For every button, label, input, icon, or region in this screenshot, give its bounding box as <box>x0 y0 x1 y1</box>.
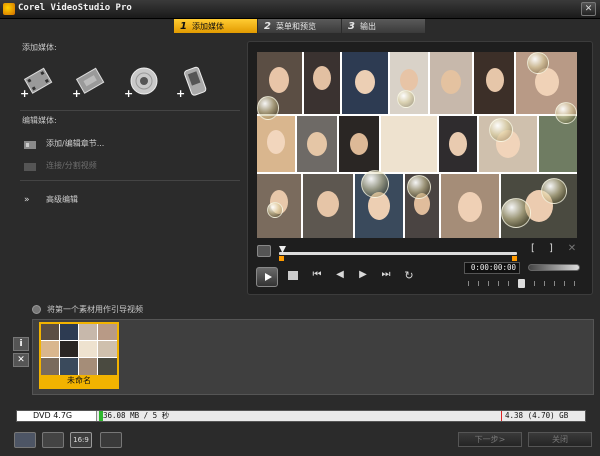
next-button[interactable]: 下一步> <box>458 432 522 447</box>
volume-slider[interactable] <box>528 264 580 271</box>
info-button[interactable]: i <box>13 337 29 351</box>
step-number: 1 <box>180 20 187 32</box>
scrub-track <box>279 252 517 255</box>
tab-label: 添加媒体 <box>191 21 224 31</box>
bubble-effect <box>489 118 513 142</box>
media-clip[interactable]: 未命名 <box>39 322 119 389</box>
tab-menu-preview[interactable]: 2 菜单和预览 <box>258 19 341 33</box>
close-button[interactable]: 关闭 <box>528 432 592 447</box>
tab-label: 输出 <box>359 21 376 31</box>
edit-media-label: 编辑媒体: <box>22 116 57 125</box>
split-video-button[interactable]: 连接/分割视频 <box>24 160 97 171</box>
bubble-effect <box>527 52 549 74</box>
bubble-effect <box>257 96 279 120</box>
save-project-icon[interactable] <box>14 432 36 448</box>
intro-video-option[interactable]: 将第一个素材用作引导视频 <box>32 304 143 315</box>
bubble-effect <box>541 178 567 204</box>
previous-frame-icon[interactable]: ◀ <box>333 269 347 280</box>
dvd-settings-icon[interactable]: 16:9 <box>70 432 92 448</box>
capacity-used: 36.08 MB / 5 秒 <box>103 411 170 420</box>
app-icon <box>3 3 15 15</box>
repeat-icon[interactable]: ↻ <box>402 269 416 282</box>
jog-slider[interactable] <box>464 279 580 288</box>
chapter-icon <box>24 140 36 149</box>
timeline-scrubber[interactable] <box>279 246 517 261</box>
advanced-edit-button[interactable]: » 高级编辑 <box>24 194 78 205</box>
add-dvd-video-button[interactable]: + <box>72 64 108 100</box>
bubble-effect <box>267 202 283 218</box>
timecode-display[interactable]: 0:00:00:00 <box>464 262 520 274</box>
advanced-edit-label: 高级编辑 <box>46 195 78 204</box>
capacity-limit-marker <box>501 411 502 421</box>
bubble-effect <box>361 170 389 198</box>
clip-thumbnail <box>41 324 117 375</box>
bubble-effect <box>501 198 531 228</box>
preview-screen[interactable] <box>257 52 577 238</box>
tab-output[interactable]: 3 输出 <box>342 19 425 33</box>
close-window-button[interactable]: ✕ <box>581 2 596 16</box>
trim-start-marker[interactable] <box>279 256 284 261</box>
divider <box>20 110 240 111</box>
divider <box>20 180 240 181</box>
intro-video-label: 将第一个素材用作引导视频 <box>47 305 143 314</box>
step-number: 2 <box>264 20 271 32</box>
split-video-label: 连接/分割视频 <box>46 161 97 170</box>
split-clip-icon[interactable]: ✕ <box>566 243 578 254</box>
end-icon[interactable]: ⏭ <box>379 269 393 280</box>
split-icon <box>24 162 36 171</box>
home-icon[interactable]: ⏮ <box>310 269 324 280</box>
tab-add-media[interactable]: 1 添加媒体 <box>174 19 257 33</box>
step-tabs: 1 添加媒体 2 菜单和预览 3 输出 <box>174 19 426 33</box>
plus-icon: + <box>124 87 134 100</box>
delete-button[interactable]: ✕ <box>13 353 29 367</box>
bubble-effect <box>397 90 415 108</box>
stop-icon[interactable] <box>288 271 298 280</box>
play-button[interactable] <box>256 267 278 287</box>
title-bar: Corel VideoStudio Pro ✕ <box>0 0 600 19</box>
mark-out-button[interactable]: ] <box>546 243 556 254</box>
plus-icon: + <box>20 87 30 100</box>
import-disc-button[interactable]: + <box>124 64 160 100</box>
capacity-total: 4.38 (4.70) GB <box>505 411 569 420</box>
add-media-label: 添加媒体: <box>22 43 57 52</box>
add-edit-chapters-label: 添加/编辑章节... <box>46 139 105 148</box>
clip-caption: 未命名 <box>41 375 117 387</box>
tab-label: 菜单和预览 <box>275 21 316 31</box>
bubble-effect <box>555 102 577 124</box>
disc-capacity-bar: DVD 4.7G 36.08 MB / 5 秒 4.38 (4.70) GB <box>16 410 586 422</box>
step-number: 3 <box>348 20 355 32</box>
add-edit-chapters-button[interactable]: 添加/编辑章节... <box>24 138 104 149</box>
plus-icon: + <box>176 87 186 100</box>
bubble-effect <box>407 175 431 199</box>
plus-icon: + <box>72 87 82 100</box>
import-device-button[interactable]: + <box>176 64 212 100</box>
trim-end-marker[interactable] <box>512 256 517 261</box>
disc-type-select[interactable]: DVD 4.7G <box>17 411 97 421</box>
add-media-toolbar: + + + + <box>20 64 220 104</box>
window-title: Corel VideoStudio Pro <box>18 3 132 13</box>
print-icon[interactable] <box>100 432 122 448</box>
add-video-button[interactable]: + <box>20 64 56 100</box>
intro-video-checkbox[interactable] <box>32 305 41 314</box>
jog-thumb[interactable] <box>518 279 525 288</box>
next-frame-icon[interactable]: ▶ <box>356 269 370 280</box>
mark-in-button[interactable]: [ <box>528 243 538 254</box>
settings-icon[interactable] <box>42 432 64 448</box>
project-mode-icon[interactable] <box>257 245 271 257</box>
double-chevron-down-icon: » <box>24 194 30 205</box>
